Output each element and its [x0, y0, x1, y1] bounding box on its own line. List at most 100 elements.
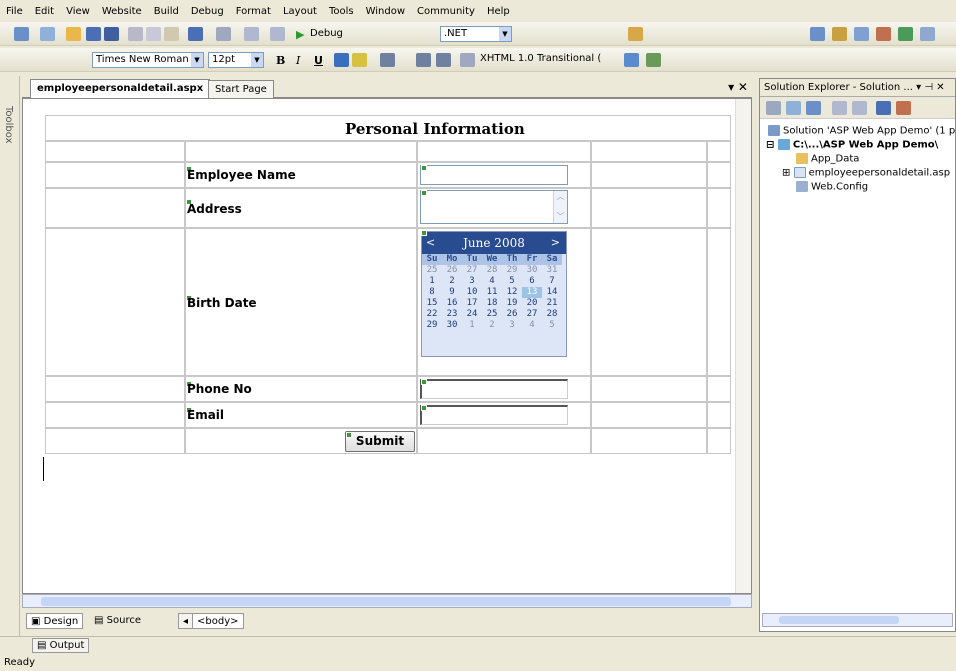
calendar-day[interactable]: 25 — [482, 309, 502, 320]
calendar-day[interactable]: 5 — [542, 320, 562, 331]
calendar-day[interactable]: 1 — [462, 320, 482, 331]
calendar-day[interactable]: 29 — [502, 265, 522, 276]
new-project-icon[interactable] — [14, 27, 29, 41]
calendar-day[interactable]: 27 — [462, 265, 482, 276]
solution-horizontal-scrollbar[interactable] — [762, 613, 953, 627]
pin-icon[interactable]: ▾ ⊣ ✕ — [916, 82, 944, 93]
calendar-day[interactable]: 20 — [522, 298, 542, 309]
calendar-next-button[interactable]: > — [551, 232, 560, 254]
start-page-icon[interactable] — [898, 27, 913, 41]
menu-layout[interactable]: Layout — [283, 6, 317, 17]
tree-item-app-data[interactable]: App_Data — [796, 153, 859, 165]
refresh-icon[interactable] — [786, 101, 801, 115]
align-icon[interactable] — [380, 53, 395, 67]
phone-input[interactable] — [420, 379, 568, 399]
calendar-day[interactable]: 30 — [522, 265, 542, 276]
employee-name-input[interactable] — [420, 165, 568, 185]
save-all-icon[interactable] — [104, 27, 119, 41]
tab-design[interactable]: ▣ Design — [26, 613, 84, 629]
design-surface[interactable]: Personal Information Employee Name Addre… — [22, 98, 752, 594]
textarea-scrollbar[interactable]: ︿ ﹀ — [553, 191, 567, 223]
address-textarea[interactable]: ︿ ﹀ — [420, 190, 568, 224]
italic-button[interactable]: I — [296, 54, 300, 67]
calendar-day[interactable]: 3 — [502, 320, 522, 331]
toolbox-label[interactable]: Toolbox — [3, 106, 14, 144]
view-designer-icon[interactable] — [852, 101, 867, 115]
scroll-thumb[interactable] — [779, 616, 899, 624]
save-icon[interactable] — [86, 27, 101, 41]
font-color-icon[interactable] — [334, 53, 349, 67]
calendar-day[interactable]: 26 — [502, 309, 522, 320]
body-tag-button[interactable]: <body> — [192, 613, 244, 629]
accessibility-icon[interactable] — [646, 53, 661, 67]
calendar-day[interactable]: 21 — [542, 298, 562, 309]
menu-debug[interactable]: Debug — [191, 6, 224, 17]
asp-config-icon[interactable] — [896, 101, 911, 115]
menu-community[interactable]: Community — [417, 6, 475, 17]
hyperlink-icon[interactable] — [460, 53, 475, 67]
calendar-day[interactable]: 26 — [442, 265, 462, 276]
menu-build[interactable]: Build — [154, 6, 179, 17]
navigate-forward-icon[interactable] — [270, 27, 285, 41]
calendar-day[interactable]: 31 — [542, 265, 562, 276]
submit-button[interactable]: Submit — [345, 431, 415, 452]
properties-icon[interactable] — [832, 27, 847, 41]
underline-button[interactable]: U — [314, 54, 323, 67]
calendar-day[interactable]: 27 — [522, 309, 542, 320]
find-icon[interactable] — [628, 27, 643, 41]
copy-website-icon[interactable] — [876, 101, 891, 115]
menu-help[interactable]: Help — [487, 6, 510, 17]
designer-horizontal-scrollbar[interactable] — [22, 594, 752, 608]
calendar-day[interactable]: 16 — [442, 298, 462, 309]
menu-edit[interactable]: Edit — [35, 6, 54, 17]
calendar-day[interactable]: 24 — [462, 309, 482, 320]
bullet-list-icon[interactable] — [436, 53, 451, 67]
menu-tools[interactable]: Tools — [329, 6, 354, 17]
menu-view[interactable]: View — [66, 6, 90, 17]
calendar-prev-button[interactable]: < — [426, 232, 435, 254]
calendar-day[interactable]: 22 — [422, 309, 442, 320]
collapse-icon[interactable]: ⊟ — [766, 140, 778, 151]
menu-window[interactable]: Window — [366, 6, 405, 17]
calendar-day[interactable]: 15 — [422, 298, 442, 309]
calendar-day[interactable]: 8 — [422, 287, 442, 298]
calendar-day[interactable]: 11 — [482, 287, 502, 298]
open-folder-icon[interactable] — [66, 27, 81, 41]
project-node[interactable]: ⊟ C:\...\ASP Web App Demo\ — [766, 139, 938, 151]
calendar-day[interactable]: 28 — [482, 265, 502, 276]
size-combo[interactable]: 12pt ▼ — [208, 52, 264, 68]
calendar-day[interactable]: 3 — [462, 276, 482, 287]
birth-date-calendar[interactable]: < June 2008 > Su Mo Tu We Th Fr Sa 25 26 2… — [421, 231, 567, 357]
toolbox-strip[interactable]: Toolbox — [0, 76, 20, 636]
calendar-day[interactable]: 28 — [542, 309, 562, 320]
calendar-day[interactable]: 19 — [502, 298, 522, 309]
copy-icon[interactable] — [146, 27, 161, 41]
output-tab[interactable]: ▤ Output — [32, 638, 90, 653]
cut-icon[interactable] — [128, 27, 143, 41]
calendar-day[interactable]: 23 — [442, 309, 462, 320]
paste-icon[interactable] — [164, 27, 179, 41]
object-browser-icon[interactable] — [854, 27, 869, 41]
calendar-day[interactable]: 12 — [502, 287, 522, 298]
calendar-day[interactable]: 25 — [422, 265, 442, 276]
scroll-thumb[interactable] — [41, 597, 731, 606]
calendar-day[interactable]: 29 — [422, 320, 442, 331]
calendar-day[interactable]: 2 — [442, 276, 462, 287]
doctype-combo[interactable]: XHTML 1.0 Transitional ( — [480, 52, 610, 68]
calendar-day[interactable]: 10 — [462, 287, 482, 298]
calendar-day[interactable]: 14 — [542, 287, 562, 298]
calendar-day[interactable]: 13 — [522, 287, 542, 298]
platform-combo[interactable]: .NET ▼ — [440, 26, 512, 42]
calendar-day[interactable]: 30 — [442, 320, 462, 331]
show-all-files-icon[interactable] — [806, 101, 821, 115]
calendar-day[interactable]: 2 — [482, 320, 502, 331]
expand-icon[interactable]: ⊞ — [782, 168, 794, 179]
properties-icon[interactable] — [766, 101, 781, 115]
bold-button[interactable]: B — [276, 54, 285, 67]
undo-icon[interactable] — [188, 27, 203, 41]
font-combo[interactable]: Times New Roman ▼ — [92, 52, 204, 68]
calendar-day[interactable]: 9 — [442, 287, 462, 298]
calendar-day[interactable]: 17 — [462, 298, 482, 309]
tab-source[interactable]: ▤ Source — [90, 613, 145, 629]
tab-start-page[interactable]: Start Page — [208, 80, 274, 98]
